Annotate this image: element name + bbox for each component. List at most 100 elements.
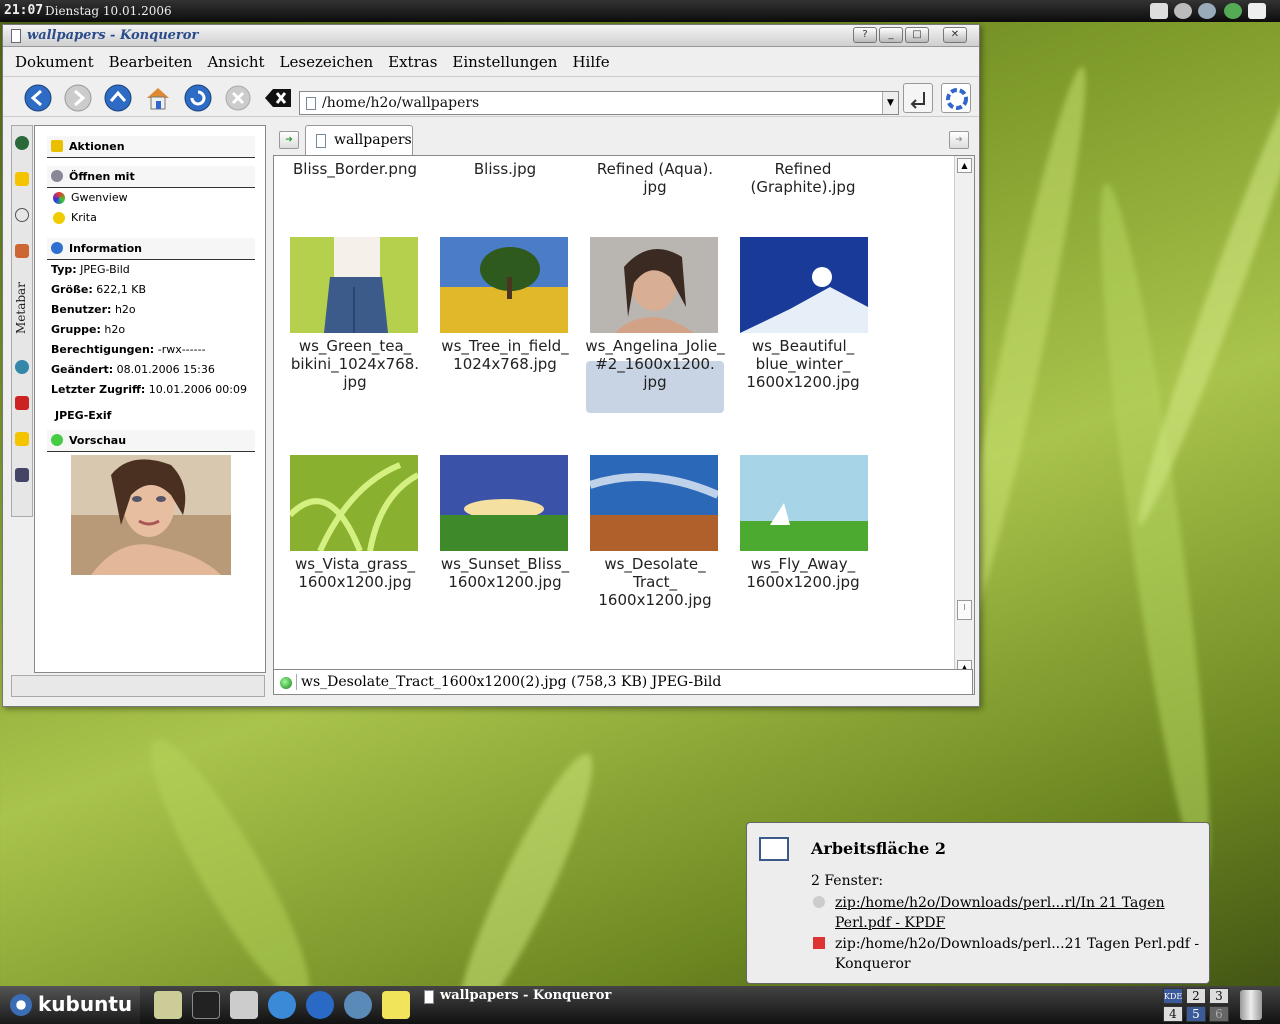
folder-icon [306, 97, 316, 110]
file-thumbnail[interactable] [740, 455, 868, 551]
reload-icon[interactable] [183, 83, 213, 113]
file-thumbnail[interactable] [740, 237, 868, 333]
pager-desktop-6[interactable]: 6 [1209, 1006, 1229, 1022]
information-header[interactable]: Information [47, 238, 255, 260]
menu-einstellungen[interactable]: Einstellungen [452, 53, 557, 71]
sidebar-tab-metabar[interactable]: Metabar [14, 274, 30, 334]
info-type: Typ: JPEG-Bild [51, 263, 130, 276]
minimize-button[interactable]: _ [879, 27, 903, 43]
clipboard-icon[interactable] [1150, 3, 1168, 19]
file-label[interactable]: ws_Desolate_ Tract_ 1600x1200.jpg [580, 555, 730, 609]
info-group: Gruppe: h2o [51, 323, 126, 336]
titlebar[interactable]: wallpapers - Konqueror ? _ □ ✕ [3, 25, 979, 47]
scroll-up-icon[interactable]: ▲ [957, 158, 972, 173]
file-label[interactable]: Refined (Aqua). jpg [580, 160, 730, 196]
file-label[interactable]: ws_Vista_grass_ 1600x1200.jpg [280, 555, 430, 591]
file-thumbnail[interactable] [440, 237, 568, 333]
file-thumbnail-selected[interactable] [590, 237, 718, 333]
pager-desktop-1[interactable]: KDE [1163, 988, 1183, 1004]
network-icon[interactable] [1198, 3, 1216, 19]
menu-dokument[interactable]: Dokument [15, 53, 94, 71]
file-label[interactable]: ws_Sunset_Bliss_ 1600x1200.jpg [430, 555, 580, 591]
browser-icon[interactable] [268, 991, 296, 1019]
kmenu-button[interactable]: kubuntu [0, 986, 140, 1024]
notification-title: Arbeitsfläche 2 [811, 839, 946, 858]
location-input[interactable]: /home/h2o/wallpapers [322, 95, 479, 111]
notes-icon[interactable] [1248, 3, 1266, 19]
information-section: Information Typ: JPEG-Bild Größe: 622,1 … [47, 238, 255, 426]
desktop-icon[interactable] [154, 991, 182, 1019]
services-icon[interactable] [15, 468, 29, 482]
network-icon[interactable] [344, 991, 372, 1019]
home-folder-icon[interactable] [15, 244, 29, 258]
file-label[interactable]: ws_Tree_in_field_ 1024x768.jpg [430, 337, 580, 373]
printer-icon[interactable] [230, 991, 258, 1019]
close-button[interactable]: ✕ [943, 27, 967, 43]
kde-icon[interactable] [306, 991, 334, 1019]
network-icon[interactable] [15, 360, 29, 374]
clear-location-icon[interactable] [263, 83, 293, 113]
history-icon[interactable] [15, 208, 29, 222]
volume-icon[interactable] [1174, 3, 1192, 19]
pager-desktop-2[interactable]: 2 [1186, 988, 1206, 1004]
stop-icon[interactable] [223, 83, 253, 113]
scroll-thumb[interactable]: ⁝ [957, 600, 972, 620]
help-button[interactable]: ? [853, 27, 877, 43]
menu-extras[interactable]: Extras [388, 53, 437, 71]
globe-icon[interactable] [15, 136, 29, 150]
trash-icon[interactable] [1240, 990, 1262, 1020]
desktop-notification[interactable]: Arbeitsfläche 2 2 Fenster: zip:/home/h2o… [746, 822, 1210, 984]
file-label[interactable]: Bliss_Border.png [280, 160, 430, 178]
location-dropdown-icon[interactable]: ▼ [882, 92, 898, 114]
pager-desktop-4[interactable]: 4 [1163, 1006, 1183, 1022]
open-with-header[interactable]: Öffnen mit [47, 166, 255, 188]
file-label[interactable]: Bliss.jpg [430, 160, 580, 178]
file-label[interactable]: ws_Green_tea_ bikini_1024x768. jpg [280, 337, 430, 391]
preview-header[interactable]: Vorschau [47, 430, 255, 452]
back-icon[interactable] [23, 83, 53, 113]
forward-icon[interactable] [63, 83, 93, 113]
menu-bearbeiten[interactable]: Bearbeiten [109, 53, 193, 71]
menu-ansicht[interactable]: Ansicht [207, 53, 264, 71]
new-tab-icon[interactable]: ➜ [279, 131, 299, 149]
window-entry-konqueror[interactable]: zip:/home/h2o/Downloads/perl...21 Tagen … [811, 934, 1201, 974]
open-with-krita[interactable]: Krita [47, 208, 255, 228]
file-thumbnail[interactable] [440, 455, 568, 551]
maximize-button[interactable]: □ [905, 27, 929, 43]
window-entry-kpdf[interactable]: zip:/home/h2o/Downloads/perl...rl/In 21 … [811, 893, 1201, 933]
menu-lesezeichen[interactable]: Lesezeichen [280, 53, 374, 71]
bookmarks-icon[interactable] [15, 172, 29, 186]
menu-hilfe[interactable]: Hilfe [572, 53, 609, 71]
file-thumbnail[interactable] [290, 455, 418, 551]
file-label[interactable]: ws_Fly_Away_ 1600x1200.jpg [728, 555, 878, 591]
up-icon[interactable] [103, 83, 133, 113]
window-icon[interactable] [11, 29, 21, 43]
task-wallpapers-konqueror[interactable]: wallpapers - Konqueror [420, 988, 640, 1010]
file-label-selected[interactable]: ws_Angelina_Jolie_ #2_1600x1200. jpg [580, 337, 730, 391]
file-thumbnail[interactable] [290, 237, 418, 333]
metabar-panel: Aktionen Öffnen mit Gwenview Krita Infor… [34, 125, 266, 673]
actions-header[interactable]: Aktionen [47, 136, 255, 158]
gwenview-icon [53, 192, 65, 204]
file-label[interactable]: Refined (Graphite).jpg [728, 160, 878, 196]
terminal-icon[interactable] [192, 991, 220, 1019]
star-icon[interactable] [15, 432, 29, 446]
home-icon[interactable] [143, 83, 173, 113]
file-label[interactable]: ws_Beautiful_ blue_winter_ 1600x1200.jpg [728, 337, 878, 391]
tab-wallpapers[interactable]: wallpapers [305, 125, 413, 155]
go-icon[interactable] [903, 83, 933, 113]
folder-icon [316, 134, 326, 148]
location-bar[interactable]: /home/h2o/wallpapers ▼ [299, 91, 899, 115]
clock[interactable]: 21:07 [4, 3, 43, 18]
update-icon[interactable] [1224, 3, 1242, 19]
pager-desktop-5[interactable]: 5 [1186, 1006, 1206, 1022]
file-thumbnail[interactable] [590, 455, 718, 551]
exif-link[interactable]: JPEG-Exif [47, 406, 255, 426]
close-tab-icon[interactable]: ➜ [949, 131, 969, 149]
knotes-icon[interactable] [382, 991, 410, 1019]
book-icon[interactable] [15, 396, 29, 410]
pager-desktop-3[interactable]: 3 [1209, 988, 1229, 1004]
vertical-scrollbar[interactable]: ▲ ⁝ ▲ ▼ [954, 156, 974, 694]
kde-spinner-icon[interactable] [941, 83, 971, 113]
open-with-gwenview[interactable]: Gwenview [47, 188, 255, 208]
